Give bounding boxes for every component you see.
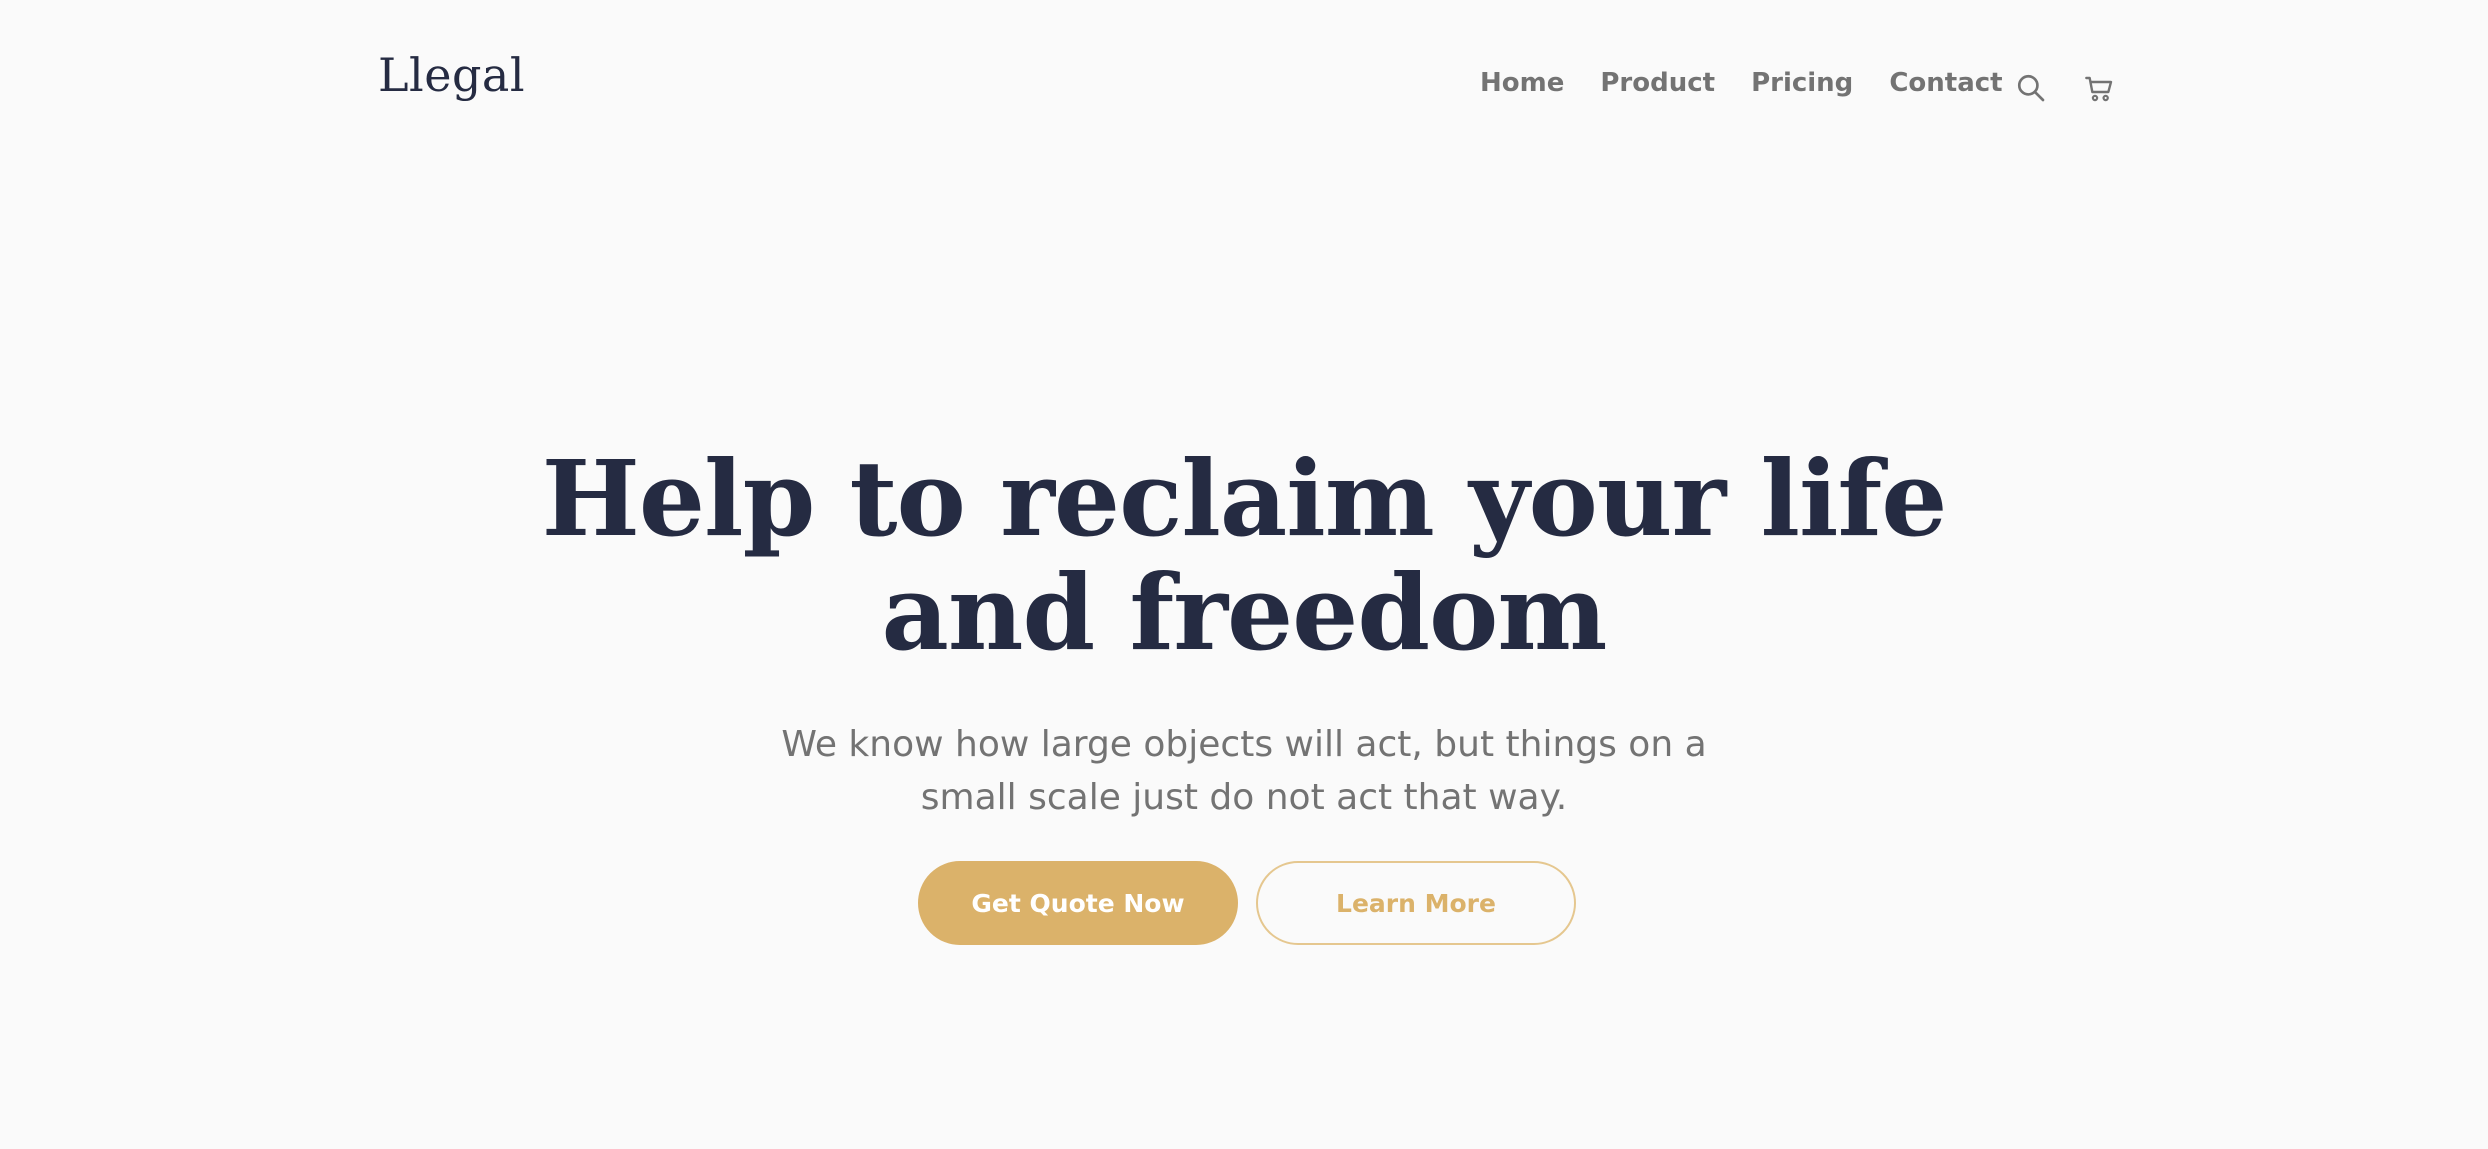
hero-subtitle: We know how large objects will act, but … — [0, 718, 2488, 824]
hero-cta-group: Get Quote Now Learn More — [918, 861, 1576, 945]
get-quote-button[interactable]: Get Quote Now — [918, 861, 1238, 945]
hero-title: Help to reclaim your life and freedom — [0, 441, 2488, 670]
hero-section: Help to reclaim your life and freedom We… — [0, 0, 2488, 1149]
hero-title-line-1: Help to reclaim your life — [541, 436, 1948, 560]
hero-title-line-2: and freedom — [881, 550, 1608, 674]
hero-subtitle-line-1: We know how large objects will act, but … — [781, 724, 1707, 765]
hero-subtitle-line-2: small scale just do not act that way. — [920, 777, 1568, 818]
learn-more-button[interactable]: Learn More — [1256, 861, 1576, 945]
